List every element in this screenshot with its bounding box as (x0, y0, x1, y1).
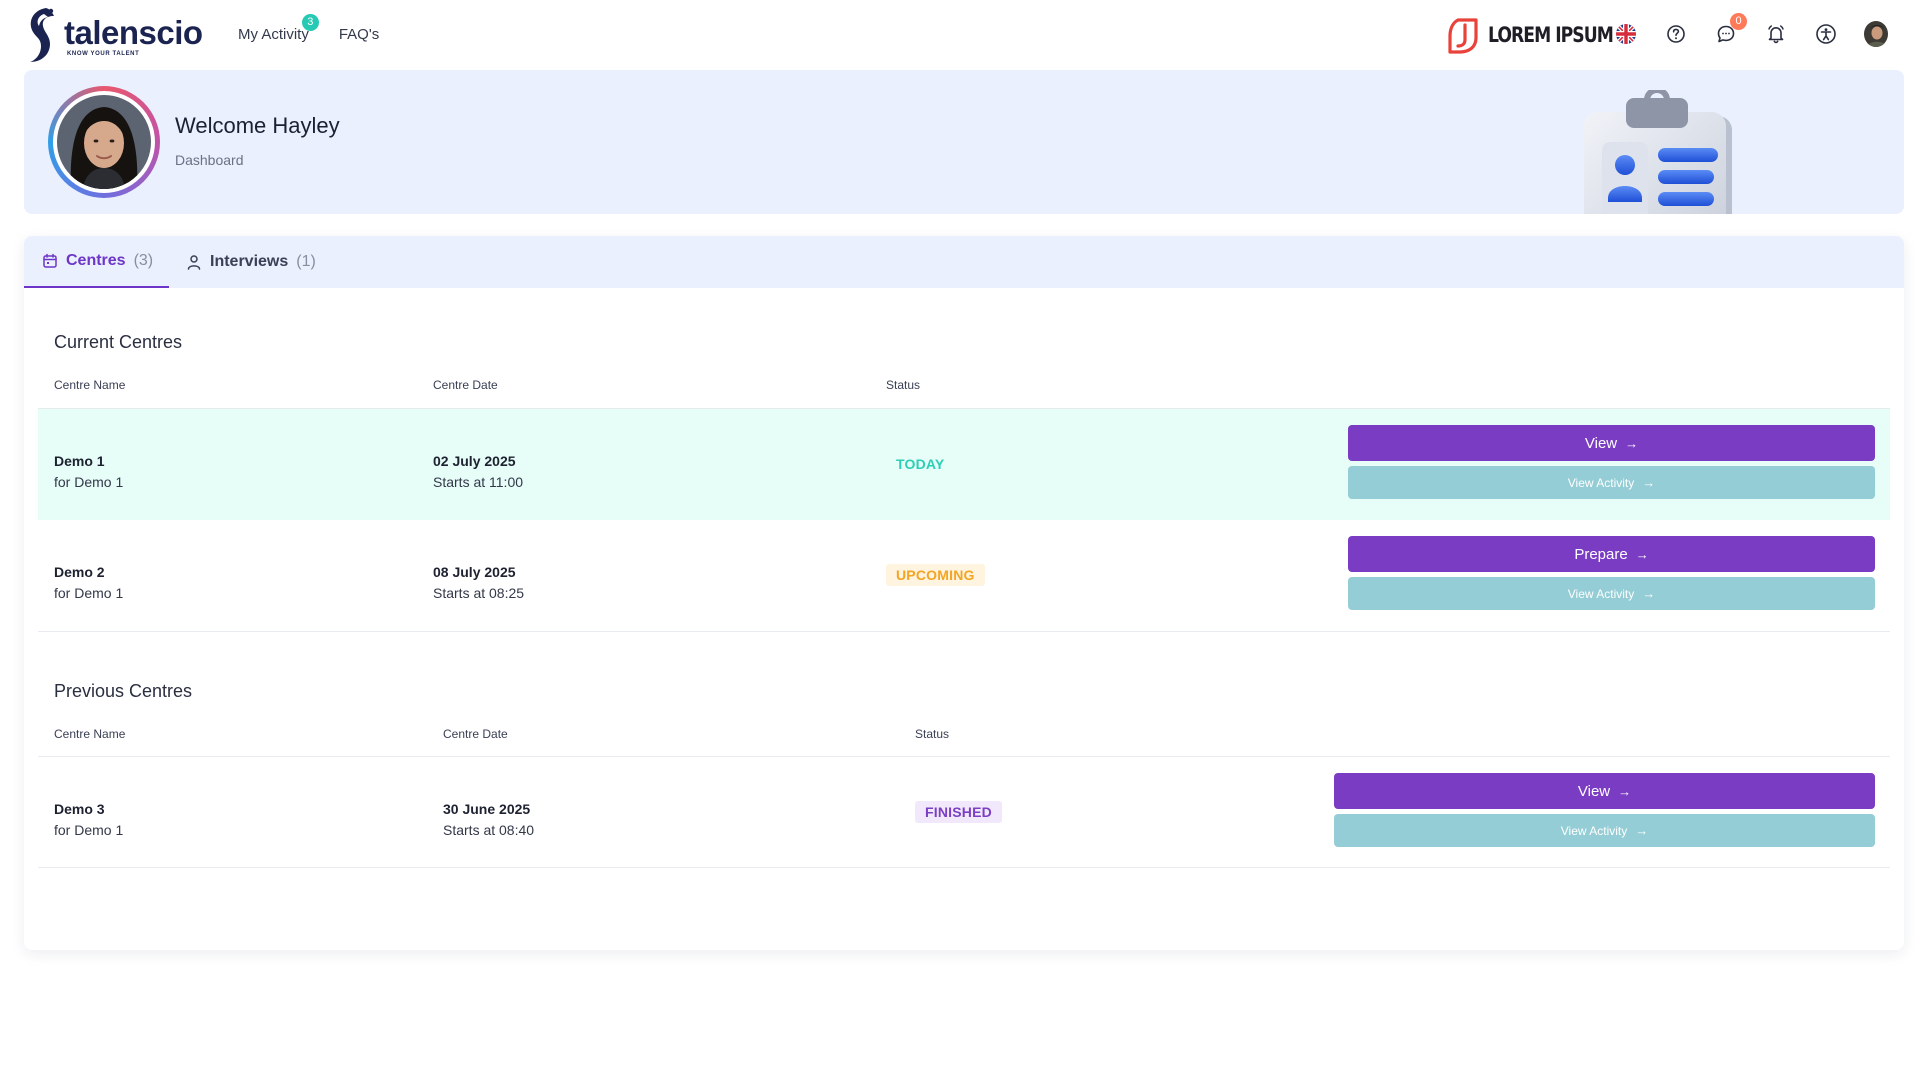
table-row: Demo 2 for Demo 1 08 July 2025 Starts at… (38, 520, 1890, 632)
page-subtitle: Dashboard (175, 152, 244, 168)
centre-name-cell: Demo 2 for Demo 1 (54, 562, 123, 604)
help-icon (1667, 25, 1685, 43)
help-button[interactable] (1664, 22, 1688, 46)
welcome-heading: Welcome Hayley (175, 113, 340, 138)
notifications-button[interactable] (1764, 22, 1788, 46)
accessibility-icon (1816, 24, 1836, 44)
arrow-right-icon: → (1642, 586, 1656, 601)
messages-count-badge: 0 (1730, 13, 1747, 30)
tab-centres-label: Centres (66, 252, 126, 269)
prepare-button-label: Prepare (1574, 545, 1628, 563)
table-row: Demo 1 for Demo 1 02 July 2025 Starts at… (38, 408, 1890, 520)
talenscio-logo-icon (30, 8, 54, 62)
current-col-status: Status (886, 378, 921, 392)
centre-start-time: Starts at 11:00 (433, 474, 524, 490)
centre-date-cell: 08 July 2025 Starts at 08:25 (433, 562, 524, 604)
logo-tagline: KNOW YOUR TALENT (67, 51, 140, 57)
view-activity-label: View Activity (1567, 586, 1635, 601)
arrow-right-icon: → (1635, 823, 1649, 838)
messages-button[interactable]: 0 (1714, 13, 1747, 46)
centre-name: Demo 3 (54, 801, 105, 817)
toolbar-icons: 0 (1614, 13, 1888, 47)
tab-interviews-label: Interviews (210, 253, 289, 270)
arrow-right-icon: → (1642, 475, 1656, 490)
view-activity-button[interactable]: View Activity → (1348, 466, 1875, 499)
arrow-right-icon: → (1618, 783, 1632, 799)
tab-centres[interactable]: Centres (3) (24, 236, 169, 288)
centre-start-time: Starts at 08:40 (443, 822, 535, 838)
my-activity-count-badge: 3 (301, 14, 319, 31)
clipboard-icon (1584, 90, 1732, 214)
centre-date: 30 June 2025 (443, 801, 531, 817)
profile-photo (48, 86, 160, 198)
centre-start-time: Starts at 08:25 (433, 585, 525, 601)
view-activity-label: View Activity (1567, 475, 1635, 490)
centre-date: 08 July 2025 (433, 564, 516, 580)
user-avatar (1864, 21, 1888, 47)
client-brand-logo: LOREM IPSUM (1446, 16, 1640, 54)
clipboard-illustration (1572, 90, 1752, 214)
accessibility-button[interactable] (1814, 22, 1838, 46)
previous-col-status: Status (915, 727, 950, 741)
centre-for: for Demo 1 (54, 822, 124, 838)
previous-col-centre-date: Centre Date (443, 727, 508, 741)
previous-col-centre-name: Centre Name (54, 727, 126, 741)
profile-photo-image (57, 95, 151, 189)
person-icon (187, 255, 201, 270)
tab-centres-count: (3) (133, 252, 154, 269)
tab-bar: Centres (3) Interviews (1) (24, 236, 1904, 288)
centre-for: for Demo 1 (54, 585, 124, 601)
status-badge: FINISHED (915, 801, 1002, 823)
bell-icon (1768, 25, 1784, 44)
nav-faqs[interactable]: FAQ's (339, 26, 379, 43)
current-col-centre-date: Centre Date (433, 378, 498, 392)
nav-faqs-label: FAQ's (338, 26, 380, 43)
nav-my-activity[interactable]: My Activity 3 (238, 14, 319, 43)
arrow-right-icon: → (1625, 435, 1639, 451)
main-nav: My Activity 3 FAQ's (238, 14, 379, 43)
tab-interviews[interactable]: Interviews (1) (186, 236, 316, 288)
client-brand-mark-icon (1448, 18, 1478, 54)
current-col-centre-name: Centre Name (54, 378, 126, 392)
centre-name-cell: Demo 1 for Demo 1 (54, 451, 123, 493)
welcome-banner: Welcome Hayley Dashboard (24, 70, 1904, 214)
view-button-label: View (1584, 434, 1618, 452)
prepare-button[interactable]: Prepare → (1348, 536, 1875, 572)
talenscio-logo[interactable]: talenscio KNOW YOUR TALENT (24, 4, 203, 64)
view-activity-label: View Activity (1560, 823, 1628, 838)
centre-date-cell: 30 June 2025 Starts at 08:40 (443, 799, 534, 841)
table-row: Demo 3 for Demo 1 30 June 2025 Starts at… (38, 756, 1890, 868)
view-activity-button[interactable]: View Activity → (1348, 577, 1875, 610)
centres-card: Centres (3) Interviews (1) Current Centr… (24, 236, 1904, 950)
centre-date-cell: 02 July 2025 Starts at 11:00 (433, 451, 523, 493)
centre-name: Demo 1 (54, 453, 105, 469)
status-badge: UPCOMING (886, 564, 985, 586)
top-navigation-bar: talenscio KNOW YOUR TALENT My Activity 3… (0, 0, 1920, 70)
arrow-right-icon: → (1635, 546, 1649, 562)
uk-flag-icon (1616, 24, 1636, 44)
client-brand-text: LOREM IPSUM (1488, 23, 1614, 47)
view-button[interactable]: View → (1334, 773, 1875, 809)
centre-date: 02 July 2025 (433, 453, 516, 469)
user-menu-button[interactable] (1864, 21, 1888, 47)
previous-centres-title: Previous Centres (54, 681, 193, 701)
status-badge: TODAY (896, 456, 945, 472)
centre-for: for Demo 1 (54, 474, 124, 490)
centre-name-cell: Demo 3 for Demo 1 (54, 799, 123, 841)
view-button-label: View (1577, 782, 1611, 800)
view-button[interactable]: View → (1348, 425, 1875, 461)
nav-my-activity-label: My Activity (238, 26, 309, 43)
centre-name: Demo 2 (54, 564, 105, 580)
calendar-icon (43, 253, 57, 268)
language-selector[interactable] (1614, 22, 1638, 46)
tab-interviews-count: (1) (296, 253, 316, 270)
current-centres-title: Current Centres (54, 332, 183, 352)
logo-wordmark: talenscio (64, 14, 203, 51)
view-activity-button[interactable]: View Activity → (1334, 814, 1875, 847)
